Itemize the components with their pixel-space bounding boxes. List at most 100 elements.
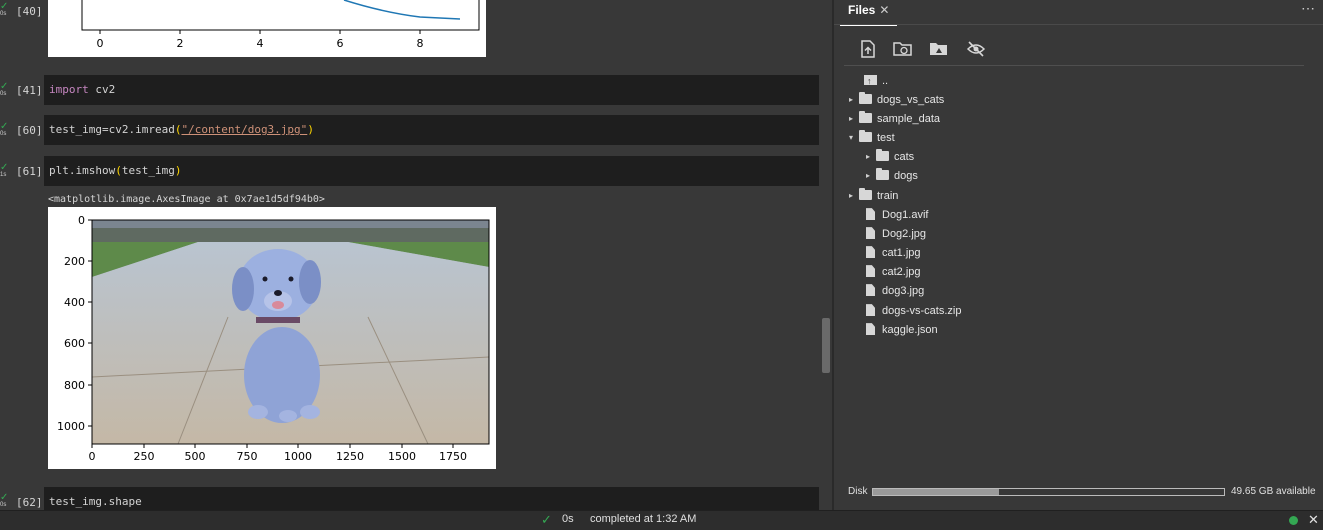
execution-count: [62] [16, 496, 43, 509]
tree-item-file[interactable]: cat2.jpg [864, 263, 921, 281]
cell-run-status[interactable]: ✓ 0s [0, 82, 12, 98]
tree-item-folder[interactable]: ▸ train [849, 187, 898, 205]
folder-icon [859, 92, 872, 105]
line-plot-svg: 0 2 4 6 8 [81, 0, 480, 50]
notebook-scrollbar[interactable] [822, 318, 830, 373]
check-icon: ✓ [0, 1, 9, 12]
line-plot-output: 0 2 4 6 8 [48, 0, 486, 57]
x-ticks: 0 2 4 6 8 [97, 30, 424, 50]
check-icon: ✓ [0, 492, 9, 503]
x-tick-label: 500 [185, 450, 206, 463]
tree-item-folder[interactable]: ▸ sample_data [849, 110, 940, 128]
disk-usage-fill [873, 489, 1000, 495]
disk-available-text: 49.65 GB available [1231, 486, 1316, 497]
execution-count: [60] [16, 124, 43, 137]
close-icon[interactable]: ✕ [879, 3, 889, 17]
y-ticks: 0 200 400 600 800 1000 [57, 214, 92, 433]
folder-up-icon [864, 72, 877, 90]
hide-files-button[interactable] [966, 40, 986, 58]
code-cell-editor[interactable]: test_img.shape [44, 487, 819, 510]
chevron-right-icon[interactable]: ▸ [866, 167, 876, 185]
x-tick-label: 1250 [336, 450, 364, 463]
status-bar: ✓ 0s completed at 1:32 AM ✕ [0, 510, 1323, 530]
upload-file-icon [861, 40, 875, 58]
disk-usage-bar[interactable] [872, 488, 1225, 496]
dog-photo [91, 220, 490, 445]
chevron-right-icon[interactable]: ▸ [866, 148, 876, 166]
tree-item-folder[interactable]: ▸ dogs_vs_cats [849, 91, 944, 109]
refresh-folder-icon [893, 42, 912, 56]
y-tick-label: 600 [64, 337, 85, 350]
drive-folder-icon [930, 43, 947, 55]
plot-line [343, 0, 461, 20]
file-icon [866, 265, 875, 278]
refresh-button[interactable] [893, 40, 913, 58]
tab-files[interactable]: Files ✕ [840, 0, 898, 26]
more-options-icon[interactable]: ⋯ [1301, 0, 1315, 17]
plot-axes-frame [81, 0, 480, 31]
tree-item-folder[interactable]: ▾ test [849, 129, 895, 147]
close-icon[interactable]: ✕ [1308, 512, 1319, 528]
x-tick-label: 250 [134, 450, 155, 463]
folder-icon [876, 168, 889, 181]
x-tick-label: 0 [89, 450, 96, 463]
upload-file-button[interactable] [860, 40, 880, 58]
tree-item-file[interactable]: dog3.jpg [864, 282, 924, 300]
mount-drive-button[interactable] [929, 40, 949, 58]
file-icon [866, 304, 875, 317]
file-icon [866, 323, 875, 336]
divider [844, 65, 1304, 66]
chevron-right-icon[interactable]: ▸ [849, 110, 859, 128]
code-cell-editor[interactable]: test_img=cv2.imread("/content/dog3.jpg") [44, 115, 819, 145]
x-ticks: 0 250 500 750 1000 1250 1500 1750 [89, 444, 467, 463]
check-icon: ✓ [0, 121, 9, 132]
code-cell-editor[interactable]: plt.imshow(test_img) [44, 156, 819, 186]
x-tick-label: 1500 [388, 450, 416, 463]
imshow-svg: 0 200 400 600 800 1000 0 250 500 750 100… [57, 214, 490, 463]
x-tick-label: 4 [257, 37, 264, 50]
tree-item-file[interactable]: Dog2.jpg [864, 225, 926, 243]
connection-status-icon[interactable] [1289, 516, 1298, 525]
x-tick-label: 8 [417, 37, 424, 50]
cell-run-status[interactable]: ✓ 0s [0, 1, 12, 18]
file-icon [866, 246, 875, 259]
tree-item-file[interactable]: Dog1.avif [864, 206, 928, 224]
cell-output-text: <matplotlib.image.AxesImage at 0x7ae1d5d… [48, 194, 325, 205]
execution-time: 0s [562, 513, 574, 525]
x-tick-label: 750 [237, 450, 258, 463]
x-tick-label: 1750 [439, 450, 467, 463]
file-icon [866, 208, 875, 221]
execution-count: [61] [16, 165, 43, 178]
tree-item-file[interactable]: kaggle.json [864, 321, 938, 339]
x-tick-label: 6 [337, 37, 344, 50]
notebook-pane: ✓ 0s [40] 0 2 4 6 8 ✓ 0s [41] import cv2 [0, 0, 832, 510]
cell-run-status[interactable]: ✓ 1s [0, 162, 12, 179]
folder-icon [876, 149, 889, 162]
tree-item-folder[interactable]: ▸ dogs [866, 167, 918, 185]
folder-icon [859, 130, 872, 143]
file-icon [866, 227, 875, 240]
y-tick-label: 800 [64, 379, 85, 392]
execution-count: [41] [16, 84, 43, 97]
files-pane: Files✕ ⋯ .. ▸dogs_vs_cats ▸ [834, 0, 1323, 510]
cell-run-status[interactable]: ✓ 0s [0, 121, 12, 138]
folder-icon [859, 111, 872, 124]
y-tick-label: 1000 [57, 420, 85, 433]
divider [834, 24, 1323, 25]
y-tick-label: 400 [64, 296, 85, 309]
cell-run-status[interactable]: ✓ 0s [0, 492, 12, 509]
x-tick-label: 2 [177, 37, 184, 50]
tree-item-file[interactable]: dogs-vs-cats.zip [864, 302, 961, 320]
code-cell-editor[interactable]: import cv2 [44, 75, 819, 105]
y-tick-label: 200 [64, 255, 85, 268]
chevron-down-icon[interactable]: ▾ [849, 129, 859, 147]
tree-item-parent[interactable]: .. [864, 72, 888, 90]
status-text: completed at 1:32 AM [590, 513, 697, 525]
disk-label: Disk [848, 486, 868, 497]
chevron-right-icon[interactable]: ▸ [849, 187, 859, 205]
tree-item-file[interactable]: cat1.jpg [864, 244, 921, 262]
check-icon: ✓ [0, 162, 9, 173]
chevron-right-icon[interactable]: ▸ [849, 91, 859, 109]
tree-item-folder[interactable]: ▸ cats [866, 148, 914, 166]
eye-off-icon [966, 41, 986, 57]
